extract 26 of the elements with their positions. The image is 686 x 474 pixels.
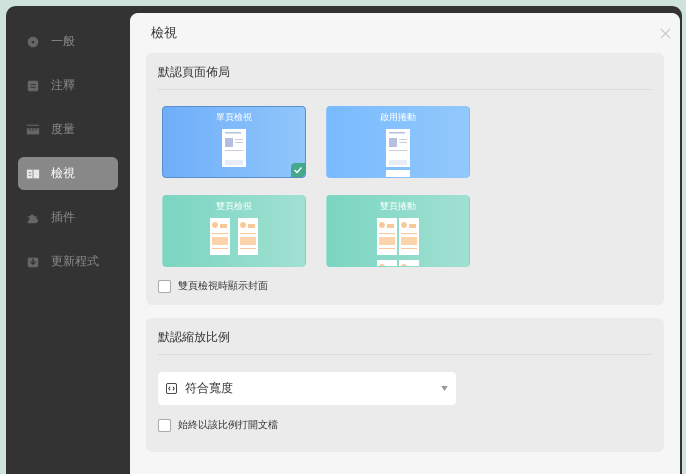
- two-pages-drawing: [210, 218, 258, 255]
- ruler-icon: [26, 122, 40, 136]
- gear-icon: [26, 34, 40, 48]
- sidebar-item[interactable]: 更新程式: [18, 245, 118, 278]
- section-heading: 默認頁面佈局: [158, 64, 231, 81]
- close-icon[interactable]: [660, 28, 671, 38]
- zoom-select[interactable]: 符合寬度: [158, 372, 456, 405]
- sidebar-item[interactable]: 一般: [18, 25, 118, 58]
- dialog-title: 檢視: [151, 25, 177, 42]
- page-drawing: [222, 129, 246, 167]
- two-pages-drawing: [377, 218, 419, 266]
- caret-icon: [441, 386, 448, 391]
- download-icon: [26, 254, 40, 268]
- layout-option[interactable]: 啟用捲動: [326, 106, 470, 178]
- book-icon: [26, 166, 40, 180]
- sidebar-item[interactable]: 注釋: [18, 69, 118, 102]
- page-drawing: [386, 129, 410, 177]
- layout-option[interactable]: 單頁檢視: [162, 106, 306, 178]
- sidebar-item[interactable]: 插件: [18, 201, 118, 234]
- always-checkbox[interactable]: 始終以該比例打開文檔: [158, 418, 652, 432]
- cover-checkbox[interactable]: 雙頁檢視時顯示封面: [158, 279, 652, 293]
- sidebar-item[interactable]: 檢視: [18, 157, 118, 190]
- section-heading: 默認縮放比例: [158, 329, 231, 346]
- note-icon: [26, 78, 40, 92]
- sidebar-item[interactable]: 度量: [18, 113, 118, 146]
- fit-width-icon: [166, 383, 177, 394]
